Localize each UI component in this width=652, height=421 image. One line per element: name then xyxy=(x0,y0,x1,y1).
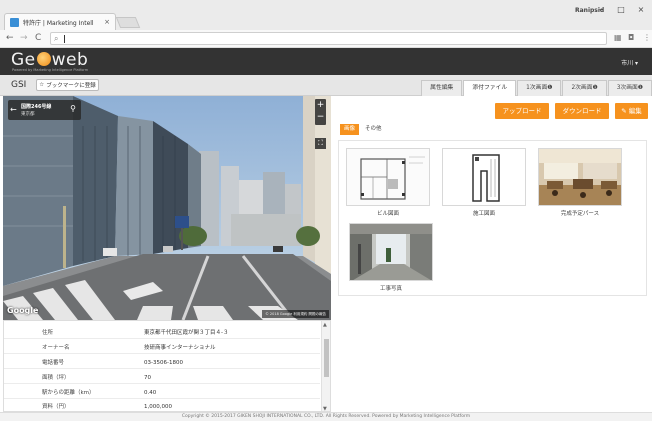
browser-tab[interactable]: 特許庁 | Marketing Intell × xyxy=(4,13,116,30)
menu-icon[interactable]: ⋮ xyxy=(643,33,651,42)
street-view-address-card: ← 国際246号線 東京都 ⚲ xyxy=(8,100,81,120)
panel-tabs: 属性編集 添付ファイル 1次画面❶ 2次画面❶ 3次画面❶ xyxy=(420,80,652,96)
bookmark-button-label: ブックマークに登録 xyxy=(46,83,96,89)
table-row: 面積（坪） 70 xyxy=(4,372,320,384)
tab-screen-1[interactable]: 1次画面❶ xyxy=(517,80,562,96)
row-value: 70 xyxy=(144,375,151,381)
fullscreen-icon[interactable]: ⛶ xyxy=(315,138,326,149)
property-info-table: 住所 東京都千代田区霞が関３丁目４-３ オーナー名 技研商事インターナショナル … xyxy=(3,320,331,412)
street-view-panel[interactable]: ← 国際246号線 東京都 ⚲ + − ⛶ Google © 2018 Goog… xyxy=(3,96,331,320)
scrollbar-thumb[interactable] xyxy=(324,339,329,377)
edit-button[interactable]: ✎ 編集 xyxy=(615,103,648,119)
file-caption: 施工図面 xyxy=(472,211,495,217)
table-row: オーナー名 技研商事インターナショナル xyxy=(4,342,320,354)
browser-tab-title: 特許庁 | Marketing Intell xyxy=(23,19,94,27)
google-logo[interactable]: Google xyxy=(7,306,38,315)
row-key: 住所 xyxy=(42,330,54,336)
text-caret xyxy=(64,35,65,43)
file-caption: 工事写真 xyxy=(379,286,402,292)
interior-photo[interactable] xyxy=(538,148,622,206)
favicon-icon xyxy=(10,17,19,27)
camera-icon[interactable]: ◘ xyxy=(628,33,634,42)
floorplan-image[interactable] xyxy=(346,148,430,206)
tab-screen-3[interactable]: 3次画面❶ xyxy=(607,80,652,96)
map-copyright[interactable]: © 2018 Google 利用規約 問題の報告 xyxy=(262,310,329,318)
table-row: 駅からの距離（km） 0.40 xyxy=(4,387,320,399)
row-value: 0.40 xyxy=(144,390,157,396)
file-caption: ビル図面 xyxy=(376,211,399,217)
row-key: 面積（坪） xyxy=(42,375,70,381)
forward-icon[interactable]: → xyxy=(20,33,28,44)
geoweb-logo[interactable]: Ge web xyxy=(11,50,88,70)
maximize-button[interactable]: □ xyxy=(614,5,628,15)
sub-header: GSI ☆ ブックマークに登録 属性編集 添付ファイル 1次画面❶ 2次画面❶ … xyxy=(0,75,652,96)
tab-screen-2[interactable]: 2次画面❶ xyxy=(562,80,607,96)
browser-tabbar: 特許庁 | Marketing Intell × Ranipsid – □ × xyxy=(0,0,652,30)
row-value: 技研商事インターナショナル xyxy=(144,345,216,351)
file-item[interactable]: 工事写真 xyxy=(349,223,433,292)
close-tab-icon[interactable]: × xyxy=(104,18,110,26)
search-icon: ⌕ xyxy=(54,34,59,43)
sv-address-line2: 東京都 xyxy=(21,112,35,117)
reload-icon[interactable]: C xyxy=(35,33,41,44)
star-icon: ☆ xyxy=(39,82,45,88)
zoom-out-button[interactable]: − xyxy=(315,111,326,123)
browser-toolbar: ← → C ⌕ ▦ ◘ ⋮ xyxy=(0,30,652,48)
table-row: 資料（円） 1,000,000 xyxy=(4,401,320,411)
file-item[interactable]: ビル図面 xyxy=(346,148,430,217)
city-dropdown[interactable]: 市川 ▾ xyxy=(621,58,638,67)
attachment-subtabs: 画像 その他 xyxy=(340,124,652,136)
row-key: 資料（円） xyxy=(42,404,70,410)
subtab-images[interactable]: 画像 xyxy=(340,124,360,135)
row-value: 1,000,000 xyxy=(144,404,172,410)
page-footer: Copyright © 2015-2017 GIKEN SHOJI INTERN… xyxy=(0,412,652,421)
file-item[interactable]: 施工図面 xyxy=(442,148,526,217)
subtab-other[interactable]: その他 xyxy=(361,124,386,135)
section-label: GSI xyxy=(11,80,27,90)
table-row: 電話番号 03-3506-1800 xyxy=(4,357,320,369)
construction-photo[interactable] xyxy=(349,223,433,281)
row-value: 東京都千代田区霞が関３丁目４-３ xyxy=(144,330,229,336)
row-key: 駅からの距離（km） xyxy=(42,390,95,396)
minimize-button[interactable]: – xyxy=(594,5,608,15)
attachment-gallery: ビル図面 施工図面 完成予定パース 工事写真 xyxy=(338,140,647,296)
location-pin-icon[interactable]: ⚲ xyxy=(70,104,76,113)
blueprint-image[interactable] xyxy=(442,148,526,206)
street-view-image xyxy=(3,96,331,320)
upload-button[interactable]: アップロード xyxy=(495,103,549,119)
address-bar[interactable]: ⌕ xyxy=(50,32,607,45)
row-key: オーナー名 xyxy=(42,345,70,351)
row-key: 電話番号 xyxy=(42,360,65,366)
app-header: Ge web Powered by Marketing Intelligence … xyxy=(0,48,652,75)
close-window-button[interactable]: × xyxy=(634,5,648,15)
zoom-in-button[interactable]: + xyxy=(315,99,326,111)
download-button[interactable]: ダウンロード xyxy=(555,103,609,119)
row-value: 03-3506-1800 xyxy=(144,360,183,366)
zoom-control: + − xyxy=(315,99,326,125)
info-scrollbar[interactable]: ▲ ▼ xyxy=(321,321,330,411)
arrow-left-icon[interactable]: ← xyxy=(10,105,17,114)
tab-attribute-edit[interactable]: 属性編集 xyxy=(421,80,463,96)
grid-icon[interactable]: ▦ xyxy=(614,33,622,42)
file-caption: 完成予定パース xyxy=(560,211,600,217)
logo-globe-icon xyxy=(36,52,51,66)
scroll-up-icon[interactable]: ▲ xyxy=(323,322,327,328)
table-row: 住所 東京都千代田区霞が関３丁目４-３ xyxy=(4,327,320,339)
back-icon[interactable]: ← xyxy=(6,33,14,44)
sv-address-line1: 国際246号線 xyxy=(21,104,52,110)
tab-attachments[interactable]: 添付ファイル xyxy=(463,80,517,96)
bookmark-button[interactable]: ☆ ブックマークに登録 xyxy=(36,79,99,91)
new-tab-button[interactable] xyxy=(115,17,141,28)
logo-tagline: Powered by Marketing Intelligence Platfo… xyxy=(12,68,89,72)
file-item[interactable]: 完成予定パース xyxy=(538,148,622,217)
